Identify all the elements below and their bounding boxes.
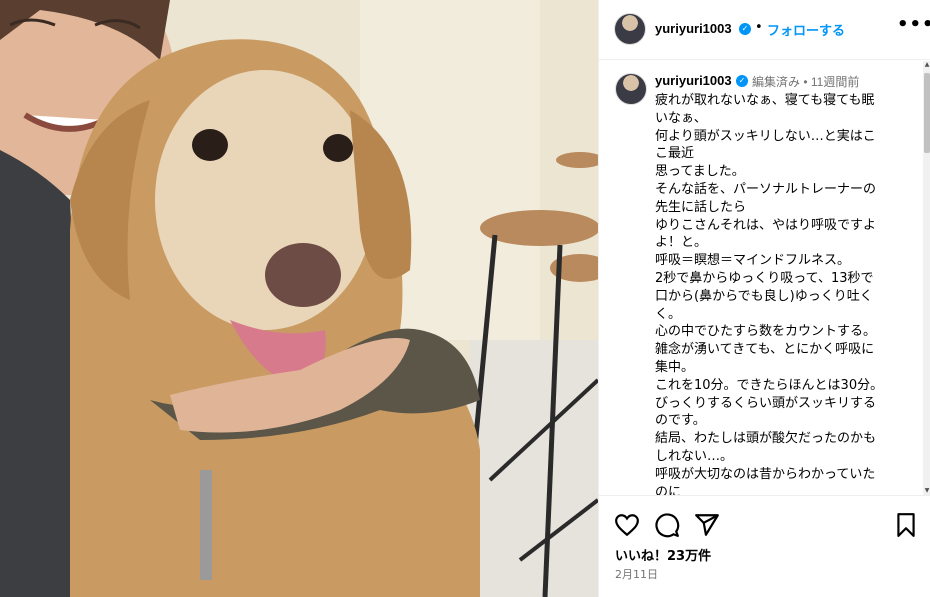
- verified-badge-icon: ✓: [739, 23, 751, 35]
- caption-line: ゆりこさんそれは、やはり呼吸ですよ: [655, 217, 877, 233]
- caption-line: のです。: [655, 413, 706, 429]
- caption-scrollbar[interactable]: ▲ ▼: [923, 61, 930, 495]
- scroll-up-arrow-icon[interactable]: ▲: [923, 61, 930, 69]
- separator-dot: •: [755, 20, 763, 35]
- caption-line: 呼吸が大切なのは昔からわかっていた: [655, 466, 876, 482]
- scroll-down-arrow-icon[interactable]: ▼: [923, 487, 930, 495]
- caption-line: 結局、わたしは頭が酸欠だったのかも: [655, 431, 877, 447]
- caption-line: のに: [655, 484, 682, 495]
- caption-area[interactable]: yuriyuri1003 ✓ 編集済み • 11週間前 疲れが取れないなぁ、寝て…: [599, 61, 930, 495]
- avatar[interactable]: [614, 13, 646, 45]
- caption-line: そんな話を、パーソナルトレーナーの: [655, 181, 877, 197]
- caption-line: いなぁ、: [655, 110, 707, 126]
- scrollbar-thumb[interactable]: [924, 73, 930, 153]
- comment-icon[interactable]: [654, 512, 680, 538]
- follow-button[interactable]: フォローする: [767, 20, 845, 39]
- caption-line: く。: [655, 306, 682, 322]
- caption-meta: 編集済み • 11週間前: [752, 75, 860, 89]
- caption-line: 2秒で鼻からゆっくり吸って、13秒で: [655, 270, 874, 286]
- share-icon[interactable]: [694, 512, 720, 538]
- caption-line: よ！と。: [655, 235, 708, 251]
- caption-username[interactable]: yuriyuri1003: [655, 73, 732, 88]
- post-side-panel: yuriyuri1003 ✓ • フォローする ••• yuriyuri1003…: [598, 0, 930, 597]
- more-options-icon[interactable]: •••: [897, 16, 930, 34]
- caption-line: こ最近: [655, 146, 695, 162]
- caption-line: 何より頭がスッキリしない…と実はこ: [655, 128, 876, 144]
- caption-line: 疲れが取れないなぁ、寝ても寝ても眠: [655, 93, 875, 108]
- post-header: yuriyuri1003 ✓ • フォローする •••: [599, 0, 930, 60]
- header-username[interactable]: yuriyuri1003: [655, 21, 732, 36]
- likes-count[interactable]: いいね！23万件: [615, 545, 711, 564]
- post-actions: いいね！23万件 2月11日: [599, 495, 930, 597]
- caption-avatar[interactable]: [615, 73, 647, 105]
- caption-line: 雑念が湧いてきても、とにかく呼吸に: [655, 342, 875, 358]
- post-date[interactable]: 2月11日: [615, 566, 658, 582]
- caption-line: びっくりするくらい頭がスッキリする: [655, 395, 877, 411]
- caption-line: 心の中でひたすら数をカウントする。: [655, 324, 877, 340]
- caption-text: 疲れが取れないなぁ、寝ても寝ても眠 いなぁ、 何より頭がスッキリしない…と実はこ…: [655, 92, 905, 495]
- caption-line: 集中。: [655, 359, 695, 375]
- caption-line: 思ってました。: [655, 164, 745, 180]
- caption-line: これを10分。できたらほんとは30分。: [655, 377, 884, 393]
- caption-line: しれない…。: [655, 448, 734, 464]
- bookmark-icon[interactable]: [893, 512, 919, 538]
- dog-and-woman-photo: [0, 0, 598, 597]
- heart-icon[interactable]: [614, 512, 640, 538]
- caption-line: 口から(鼻からでも良し)ゆっくり吐く: [655, 288, 873, 304]
- caption-line: 呼吸＝瞑想＝マインドフルネス。: [655, 253, 851, 269]
- post-photo[interactable]: [0, 0, 598, 597]
- caption-verified-badge-icon: ✓: [736, 75, 748, 87]
- caption-line: 先生に話したら: [655, 199, 747, 215]
